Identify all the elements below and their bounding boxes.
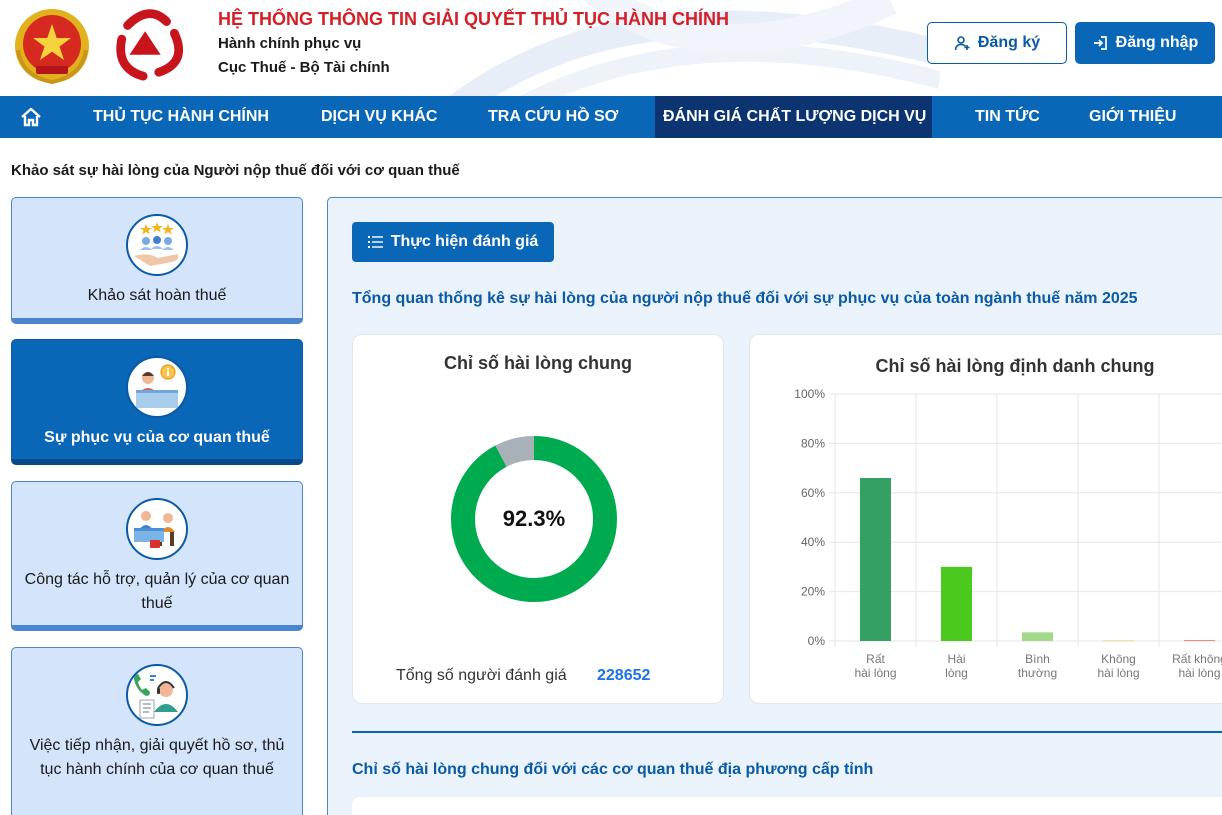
y-tick-label: 40% — [801, 535, 825, 549]
nav-item-records-lookup[interactable]: TRA CỨU HỒ SƠ — [488, 96, 618, 138]
login-button[interactable]: Đăng nhập — [1075, 22, 1215, 64]
user-add-icon — [954, 36, 970, 51]
overview-title: Tổng quan thống kê sự hài lòng của người… — [352, 290, 1138, 307]
system-title: HỆ THỐNG THÔNG TIN GIẢI QUYẾT THỦ TỤC HÀ… — [218, 9, 729, 29]
page-title: Khảo sát sự hài lòng của Người nộp thuế … — [11, 162, 460, 179]
list-icon — [367, 236, 383, 248]
sidebar-item-label: Việc tiếp nhận, giải quyết hồ sơ, thủ tụ… — [29, 737, 285, 778]
login-icon — [1093, 36, 1107, 50]
login-label: Đăng nhập — [1115, 34, 1199, 51]
province-title: Chỉ số hài lòng chung đối với các cơ qua… — [352, 761, 874, 778]
x-category-label: lòng — [945, 666, 968, 680]
x-category-label: thường — [1018, 666, 1057, 680]
call-center-icon — [126, 664, 188, 726]
x-category-label: hài lòng — [1097, 666, 1139, 680]
service-desk-icon — [126, 356, 188, 418]
evaluate-button-label: Thực hiện đánh giá — [390, 233, 539, 250]
nav-item-administrative-procedures[interactable]: THỦ TỤC HÀNH CHÍNH — [93, 96, 269, 138]
main-navigation: THỦ TỤC HÀNH CHÍNH DỊCH VỤ KHÁC TRA CỨU … — [0, 96, 1222, 138]
home-icon — [21, 107, 41, 127]
sidebar-item-label: Công tác hỗ trợ, quản lý của cơ quan thu… — [24, 571, 290, 612]
donut-slice-other[interactable] — [495, 436, 535, 468]
bar-3[interactable] — [1022, 632, 1053, 641]
sidebar-item-refund-survey[interactable]: Khảo sát hoàn thuế — [11, 197, 303, 324]
donut-card-title: Chỉ số hài lòng chung — [444, 353, 632, 373]
survey-rating-icon — [126, 214, 188, 276]
section-divider — [352, 731, 1222, 733]
system-subtitle: Hành chính phục vụ — [218, 35, 362, 52]
sidebar-item-records-processing[interactable]: Việc tiếp nhận, giải quyết hồ sơ, thủ tụ… — [11, 647, 303, 815]
y-tick-label: 80% — [801, 436, 825, 450]
sidebar-item-tax-service[interactable]: Sự phục vụ của cơ quan thuế — [11, 339, 303, 465]
agency-name: Cục Thuế - Bộ Tài chính — [218, 59, 390, 76]
nav-home[interactable] — [0, 96, 62, 138]
bar-2[interactable] — [941, 566, 972, 641]
tax-department-logo-icon — [116, 9, 183, 81]
donut-center-value: 92.3% — [502, 506, 566, 531]
register-label: Đăng ký — [977, 34, 1041, 51]
y-tick-label: 60% — [801, 486, 825, 500]
sidebar-item-label: Sự phục vụ của cơ quan thuế — [44, 429, 270, 446]
sidebar-item-label: Khảo sát hoàn thuế — [87, 287, 227, 304]
x-category-label: hài lòng — [1178, 666, 1220, 680]
total-respondents-label: Tổng số người đánh giá — [396, 667, 567, 684]
x-category-label: Rất không — [1172, 652, 1222, 666]
x-category-label: Hài — [947, 652, 965, 666]
province-card — [352, 797, 1222, 815]
total-respondents-value: 228652 — [597, 667, 651, 684]
nav-item-news[interactable]: TIN TỨC — [975, 96, 1040, 138]
national-emblem-icon — [15, 9, 89, 85]
nav-item-other-services[interactable]: DỊCH VỤ KHÁC — [321, 96, 437, 138]
x-category-label: Không — [1101, 652, 1136, 666]
bar-1[interactable] — [860, 477, 891, 641]
evaluate-button[interactable]: Thực hiện đánh giá — [352, 222, 554, 262]
sidebar-item-support-management[interactable]: Công tác hỗ trợ, quản lý của cơ quan thu… — [11, 481, 303, 631]
y-tick-label: 100% — [794, 387, 825, 401]
support-counter-icon — [126, 498, 188, 560]
identified-satisfaction-bar-chart: 0%20%40%60%80%100%Rấthài lòngHàilòngBình… — [794, 387, 1222, 680]
nav-item-about[interactable]: GIỚI THIỆU — [1089, 96, 1176, 138]
bar-card-title: Chỉ số hài lòng định danh chung — [875, 356, 1155, 376]
x-category-label: hài lòng — [854, 666, 896, 680]
y-tick-label: 20% — [801, 585, 825, 599]
bar-5[interactable] — [1184, 640, 1215, 642]
register-button[interactable]: Đăng ký — [927, 22, 1067, 64]
x-category-label: Rất — [866, 652, 885, 666]
site-header: HỆ THỐNG THÔNG TIN GIẢI QUYẾT THỦ TỤC HÀ… — [0, 0, 1222, 96]
x-category-label: Bình — [1025, 652, 1050, 666]
nav-item-service-quality[interactable]: ĐÁNH GIÁ CHẤT LƯỢNG DỊCH VỤ — [655, 96, 932, 138]
y-tick-label: 0% — [808, 634, 826, 648]
bar-4[interactable] — [1103, 640, 1134, 642]
